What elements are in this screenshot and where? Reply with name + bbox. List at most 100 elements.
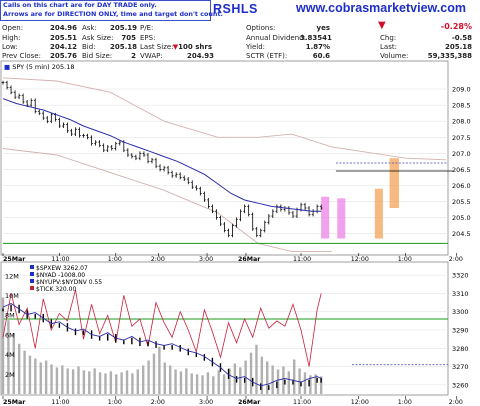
pink-box-2: [337, 198, 346, 239]
volume-bar: [93, 368, 96, 394]
volume-bar: [158, 346, 161, 394]
volume-bar: [174, 369, 177, 394]
breadth-right-tick-1: 3270: [452, 363, 469, 371]
volume-bar: [147, 360, 150, 394]
price-tick-label-5: 207.0: [452, 150, 471, 158]
volume-label: Volume:: [380, 52, 409, 60]
volume-bar: [287, 371, 290, 394]
volume-bar: [303, 372, 307, 394]
breadth-legend-swatch-0: [30, 265, 34, 269]
bid-value: 205.18: [110, 43, 138, 51]
day-trade-callout: Calls on this chart are for DAY TRADE on…: [0, 0, 223, 21]
pink-box-1: [321, 196, 330, 239]
open-value: 204.96: [50, 24, 78, 32]
options-label: Options:: [246, 24, 276, 32]
last-size-label: Last Size:: [140, 43, 174, 51]
ask-value: 205.19: [110, 24, 138, 32]
breadth-xaxis-tick-label-2: 1:00: [108, 399, 122, 406]
bid-size-label: Bid Size:: [82, 52, 113, 60]
volume-bar: [185, 368, 188, 394]
volume-bar: [292, 359, 296, 394]
breadth-legend-text-2: $NYUPV:$NYDNV 0.55: [36, 279, 102, 286]
volume-bar: [233, 363, 237, 394]
breadth-xaxis-tick-label-0: 25Mar: [3, 399, 26, 406]
ask-size-label: Ask Size:: [82, 34, 114, 42]
legend-swatch: ■: [4, 63, 10, 71]
options-value: yes: [316, 24, 330, 32]
volume-bar: [44, 360, 48, 394]
volume-bar: [125, 370, 129, 394]
breadth-left-tick-2: 6M: [5, 331, 15, 339]
price-legend: ■ SPY (5 min) 205.18: [4, 63, 75, 71]
breadth-legend-swatch-2: [30, 279, 34, 283]
breadth-right-tick-3: 3290: [452, 327, 469, 335]
high-value: 205.51: [50, 34, 78, 42]
last-label: Last:: [380, 43, 397, 51]
site-url[interactable]: www.cobrasmarketview.com: [296, 1, 466, 15]
eps-label: EPS:: [140, 34, 156, 42]
volume-bar: [23, 350, 26, 394]
bid-size-value: 2: [131, 52, 136, 60]
volume-bar: [109, 371, 113, 394]
ask-label: Ask:: [82, 24, 97, 32]
volume-bar: [28, 355, 32, 394]
last-value: 205.18: [444, 43, 472, 51]
volume-bar: [271, 365, 274, 394]
price-xaxis-tick-label-9: 2:00: [449, 256, 463, 263]
vwap-value: 204.93: [186, 52, 214, 60]
price-tick-label-1: 205.0: [452, 214, 471, 222]
price-tick-label-9: 209.0: [452, 86, 471, 94]
volume-bar: [17, 343, 21, 394]
volume-bar: [82, 370, 86, 394]
volume-bar: [88, 371, 91, 394]
volume-bar: [142, 365, 145, 394]
price-tick-label-7: 208.0: [452, 118, 471, 126]
change-down-icon: ▼: [378, 20, 386, 31]
bid-label: Bid:: [82, 43, 96, 51]
breadth-xaxis: 25Mar 11:00 1:00 2:00 3:00 26Mar 11:00 12:00 1:0…: [2, 396, 463, 406]
chg-label: Chg:: [380, 34, 397, 42]
open-label: Open:: [2, 24, 24, 32]
volume-bar: [239, 367, 242, 394]
price-tick-label-3: 206.0: [452, 182, 471, 190]
volume-bar: [163, 362, 166, 394]
volume-bar: [266, 361, 269, 394]
volume-bar: [152, 353, 156, 394]
volume-value: 59,335,388: [427, 52, 472, 60]
breadth-xaxis-tick-label-7: 12:00: [351, 399, 369, 406]
volume-bar: [222, 374, 226, 394]
price-tick-label-0: 204.5: [452, 230, 471, 238]
high-label: High:: [2, 34, 21, 42]
annual-dividend-label: Annual Dividend:: [246, 34, 306, 42]
chg-value: -0.58: [451, 34, 472, 42]
volume-bar: [120, 372, 123, 394]
volume-bar: [1, 297, 5, 394]
price-axis: 204.5 205.0 205.5 206.0 206.5 207.0 207.5 208.0…: [452, 86, 471, 239]
volume-bar: [34, 358, 37, 394]
breadth-right-tick-0: 3260: [452, 381, 469, 389]
volume-bar: [50, 364, 53, 394]
breadth-right-tick-4: 3300: [452, 308, 469, 316]
breadth-left-tick-1: 4M: [5, 351, 15, 359]
orange-box-2: [389, 158, 400, 208]
volume-bar: [217, 370, 220, 394]
prev-close-value: 205.76: [50, 52, 78, 60]
volume-bar: [55, 367, 59, 394]
breadth-legend-text-1: $NYAD -1008.00: [36, 272, 85, 279]
breadth-right-tick-6: 3320: [452, 272, 469, 280]
breadth-xaxis-tick-label-4: 3:00: [199, 399, 213, 406]
volume-bar: [66, 368, 69, 394]
last-size-amount: 100 shrs: [178, 43, 212, 51]
volume-bar: [206, 372, 210, 394]
breadth-right-tick-2: 3280: [452, 345, 469, 353]
volume-bar: [39, 362, 42, 394]
vwap-label: VWAP:: [140, 52, 163, 60]
breadth-xaxis-tick-label-3: 2:00: [151, 399, 165, 406]
volume-bar: [115, 374, 118, 394]
callout-line-2: Arrows are for DIRECTION ONLY, time and …: [3, 10, 223, 18]
low-value: 204.12: [50, 43, 78, 51]
price-tick-label-4: 206.5: [452, 166, 471, 174]
volume-bar: [12, 332, 15, 394]
volume-bar: [61, 365, 64, 394]
sctr-label: SCTR (ETF):: [246, 52, 288, 60]
